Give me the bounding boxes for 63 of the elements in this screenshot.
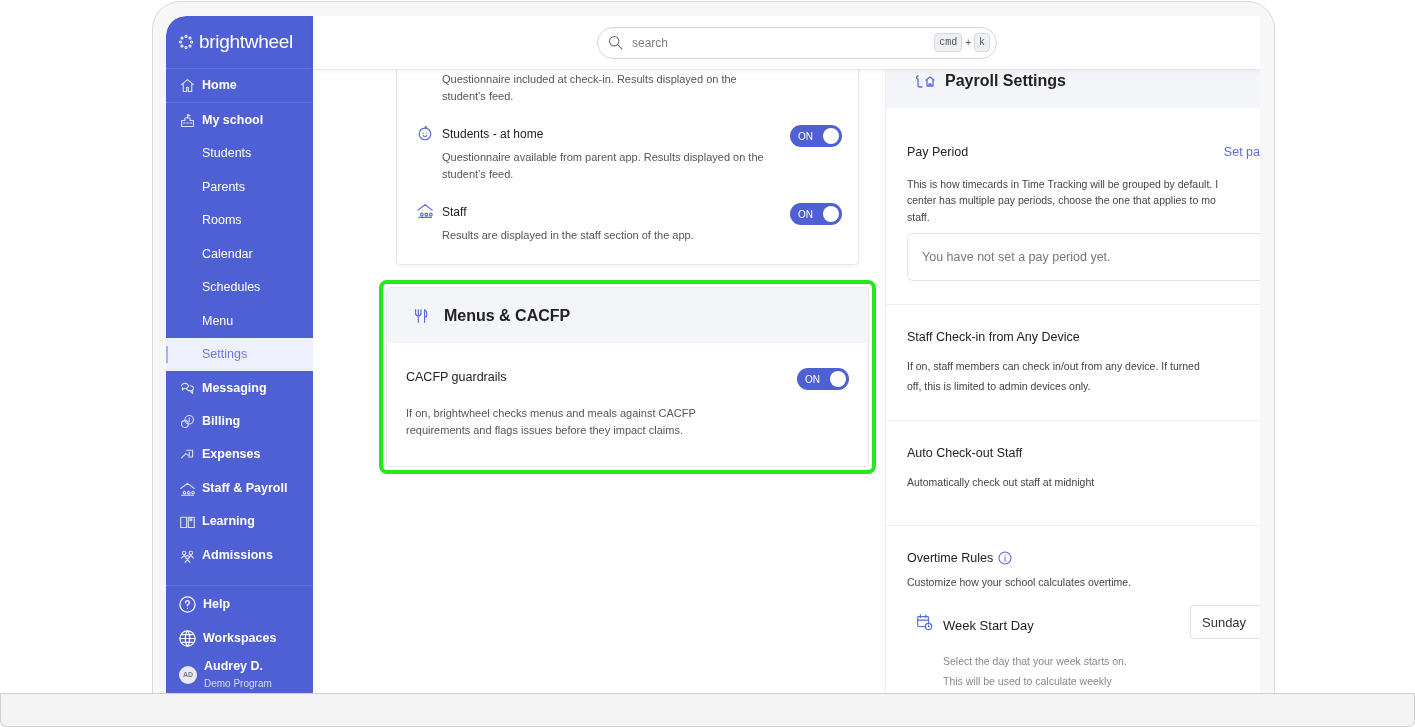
section-title: Overtime Rules [907,549,994,567]
section-title: Staff Check-in from Any Device [907,329,1081,347]
section-title: Auto Check-out Staff [907,445,1024,462]
toggle-switch[interactable]: ON [790,125,842,147]
sidebar-item[interactable]: Help [166,587,313,622]
section-description: Automatically check out staff at midnight [907,474,1096,490]
sidebar-item[interactable]: Messaging [166,371,313,405]
key-cap: cmd [934,33,963,52]
sidebar-item[interactable]: Rooms [166,203,313,238]
setting-title: Staff [442,204,468,221]
section-description: If on, staff members can check in/out from any device. If turned off, this is limited to admin devices only. [907,359,1201,394]
panel-title: Payroll Settings [945,71,1066,91]
sidebar-item[interactable]: Learning [166,505,313,539]
search-icon [607,34,624,51]
sidebar-item[interactable]: Students [166,136,313,171]
empty-message: You have not set a pay period yet. [922,248,1111,266]
sidebar-item[interactable]: Admissions [166,538,313,572]
description-line: staff. [907,209,931,225]
house-icon [179,77,196,95]
info-icon [997,550,1014,567]
setting-description: Results are displayed in the staff section of the app. [442,228,695,243]
search-input[interactable]: search [632,33,927,52]
key-cap: k [974,33,990,52]
school-building-icon [179,111,196,129]
globe-icon [178,628,197,648]
coins-icon [179,412,196,430]
sidebar-item[interactable]: Settings [166,337,313,372]
description-line: This will be used to calculate weekly [943,673,1113,689]
card-title: Menus & CACFP [444,305,571,326]
people-house-icon [416,202,434,220]
user-name: Audrey D. [204,657,265,675]
brand-logo: brightwheel [199,29,293,54]
calendar-clock-icon [915,613,933,632]
sidebar-item[interactable]: Staff & Payroll [166,471,313,506]
sidebar-item[interactable]: Workspaces [166,621,313,655]
sidebar-item[interactable]: Home [166,68,313,103]
sidebar-item[interactable]: Calendar [166,237,313,271]
program-name: Demo Program [204,676,272,691]
set-pay-period-link[interactable]: Set pa [1223,143,1260,162]
wheel-logo-icon [178,33,194,50]
sidebar-item[interactable]: Parents [166,170,313,204]
description-line: center has multiple pay periods, choose the one that applies to mo [907,193,1217,209]
description-line: This is how timecards in Time Tracking will be grouped by default. I [907,176,1220,192]
sidebar-item[interactable]: My school [166,103,313,137]
day-select[interactable]: Sunday [1190,605,1260,640]
section-title: Pay Period [907,144,969,161]
toggle-switch[interactable]: ON [790,203,842,225]
setting-description: Questionnaire available from parent app. Results displayed on the student’s feed. [442,150,765,182]
setting-title: Week Start Day [943,617,1035,636]
sidebar-item[interactable]: Expenses [166,438,313,472]
sidebar-item[interactable]: Schedules [166,270,313,305]
description-line: Select the day that your week starts on. [943,653,1128,669]
sidebar-item[interactable]: Menu [166,304,313,338]
help-icon [178,595,197,615]
setting-title: CACFP guardrails [406,369,508,386]
baby-face-icon [416,124,434,142]
setting-title: Students - at home [442,126,545,143]
plus-sign: + [965,36,971,50]
setting-description: Questionnaire included at check-in. Results displayed on the student’s feed. [442,72,738,104]
toggle-switch[interactable]: ON [797,368,849,390]
section-description: Customize how your school calculates overtime. [907,574,1133,590]
sidebar-item[interactable]: Billing [166,404,313,439]
setting-description: If on, brightwheel checks menus and meals against CACFP requirements and flags issues before they impact claims. [406,405,697,438]
